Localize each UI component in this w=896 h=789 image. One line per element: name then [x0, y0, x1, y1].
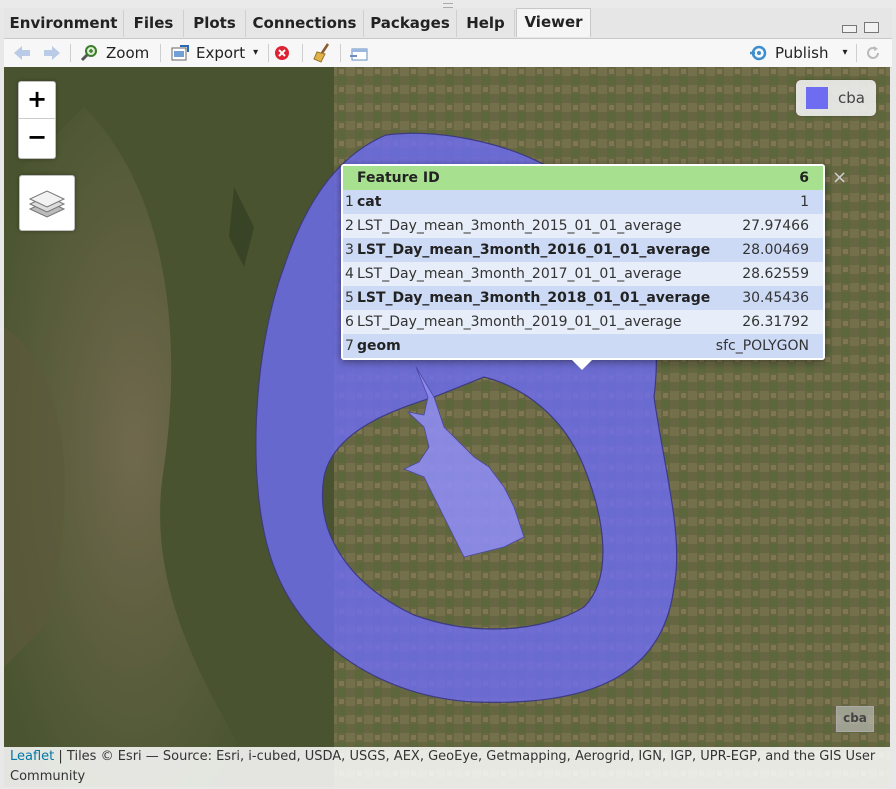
- map-attribution: Leaflet | Tiles © Esri — Source: Esri, i…: [4, 747, 890, 787]
- row-key: geom: [357, 334, 715, 358]
- tab-viewer[interactable]: Viewer: [516, 8, 591, 37]
- new-window-icon: [350, 48, 368, 61]
- broom-icon: [313, 43, 330, 63]
- legend-label: cba: [838, 89, 865, 107]
- export-icon: [171, 45, 189, 61]
- toolbar-separator: [340, 44, 341, 62]
- back-arrow-icon[interactable]: [12, 39, 32, 67]
- export-button[interactable]: Export ▾: [170, 39, 258, 67]
- open-in-new-window-button[interactable]: [348, 39, 370, 67]
- row-value: 28.62559: [714, 262, 823, 286]
- row-key: LST_Day_mean_3month_2017_01_01_average: [357, 262, 715, 286]
- tab-help[interactable]: Help: [457, 10, 515, 37]
- row-key: LST_Day_mean_3month_2018_01_01_average: [357, 286, 715, 310]
- zoom-button[interactable]: Zoom: [80, 39, 149, 67]
- row-key: LST_Day_mean_3month_2016_01_01_average: [357, 238, 715, 262]
- row-key: LST_Day_mean_3month_2019_01_01_average: [357, 310, 715, 334]
- layers-control-button[interactable]: [19, 175, 75, 231]
- leaflet-map[interactable]: + − cba Feature ID 6 1 cat 1 2 LST_Day_m…: [4, 67, 890, 787]
- row-value: 27.97466: [714, 214, 823, 238]
- export-dropdown-icon: ▾: [253, 47, 259, 58]
- popup-header-row: Feature ID 6: [343, 166, 823, 190]
- zoom-out-button[interactable]: −: [19, 120, 55, 156]
- popup-header-value: 6: [714, 166, 823, 190]
- leaflet-link[interactable]: Leaflet: [10, 749, 54, 764]
- publish-dropdown-icon: ▾: [842, 47, 848, 58]
- row-key: cat: [357, 190, 715, 214]
- remove-viewer-button[interactable]: [274, 39, 290, 67]
- zoom-label: Zoom: [106, 44, 150, 62]
- table-row: 6 LST_Day_mean_3month_2019_01_01_average…: [343, 310, 823, 334]
- export-label: Export: [196, 44, 246, 62]
- map-legend: cba: [796, 80, 876, 116]
- zoom-control: + −: [18, 81, 56, 159]
- row-index: 2: [343, 214, 357, 238]
- table-row: 4 LST_Day_mean_3month_2017_01_01_average…: [343, 262, 823, 286]
- tab-environment[interactable]: Environment: [4, 10, 124, 37]
- row-value: sfc_POLYGON: [714, 334, 823, 358]
- publish-icon: [750, 45, 767, 61]
- toolbar-separator: [268, 44, 269, 62]
- publish-button[interactable]: Publish ▾: [748, 39, 848, 67]
- minimize-pane-icon[interactable]: [842, 25, 857, 33]
- legend-swatch: [806, 87, 828, 109]
- layers-icon: [28, 190, 66, 218]
- remove-icon: [275, 46, 289, 60]
- row-value: 28.00469: [714, 238, 823, 262]
- attribution-text: | Tiles © Esri — Source: Esri, i-cubed, …: [10, 749, 876, 784]
- row-value: 30.45436: [714, 286, 823, 310]
- table-row: 7 geom sfc_POLYGON: [343, 334, 823, 358]
- row-value: 1: [714, 190, 823, 214]
- row-index: 4: [343, 262, 357, 286]
- table-row: 3 LST_Day_mean_3month_2016_01_01_average…: [343, 238, 823, 262]
- row-value: 26.31792: [714, 310, 823, 334]
- minimap-toggle[interactable]: cba: [836, 706, 874, 732]
- viewer-toolbar: Zoom Export ▾ Publish ▾: [4, 39, 892, 68]
- refresh-viewer-button[interactable]: [864, 39, 882, 67]
- feature-popup: Feature ID 6 1 cat 1 2 LST_Day_mean_3mon…: [341, 164, 825, 360]
- table-row: 5 LST_Day_mean_3month_2018_01_01_average…: [343, 286, 823, 310]
- table-row: 1 cat 1: [343, 190, 823, 214]
- row-index: 6: [343, 310, 357, 334]
- toolbar-separator: [160, 44, 161, 62]
- popup-close-icon[interactable]: ×: [832, 167, 847, 188]
- zoom-in-button[interactable]: +: [19, 82, 55, 119]
- tab-files[interactable]: Files: [124, 10, 184, 37]
- tab-packages[interactable]: Packages: [364, 10, 457, 37]
- clear-all-viewer-button[interactable]: [312, 39, 334, 67]
- pane-tab-bar: Environment Files Plots Connections Pack…: [4, 8, 892, 39]
- tab-connections[interactable]: Connections: [246, 10, 364, 37]
- refresh-icon: [867, 46, 879, 59]
- feature-attribute-table: Feature ID 6 1 cat 1 2 LST_Day_mean_3mon…: [343, 166, 823, 358]
- toolbar-separator: [70, 44, 71, 62]
- forward-arrow-icon[interactable]: [42, 39, 62, 67]
- row-index: 7: [343, 334, 357, 358]
- zoom-magnifier-icon: [80, 45, 97, 62]
- popup-header-key: Feature ID: [357, 166, 715, 190]
- tab-plots[interactable]: Plots: [184, 10, 246, 37]
- maximize-pane-icon[interactable]: [864, 22, 879, 33]
- pane-top-border: [0, 0, 896, 8]
- row-index: 3: [343, 238, 357, 262]
- toolbar-separator: [302, 44, 303, 62]
- publish-label: Publish: [775, 44, 829, 62]
- toolbar-separator: [856, 44, 857, 62]
- popup-tip: [570, 358, 594, 370]
- row-key: LST_Day_mean_3month_2015_01_01_average: [357, 214, 715, 238]
- table-row: 2 LST_Day_mean_3month_2015_01_01_average…: [343, 214, 823, 238]
- row-index: 1: [343, 190, 357, 214]
- row-index: 5: [343, 286, 357, 310]
